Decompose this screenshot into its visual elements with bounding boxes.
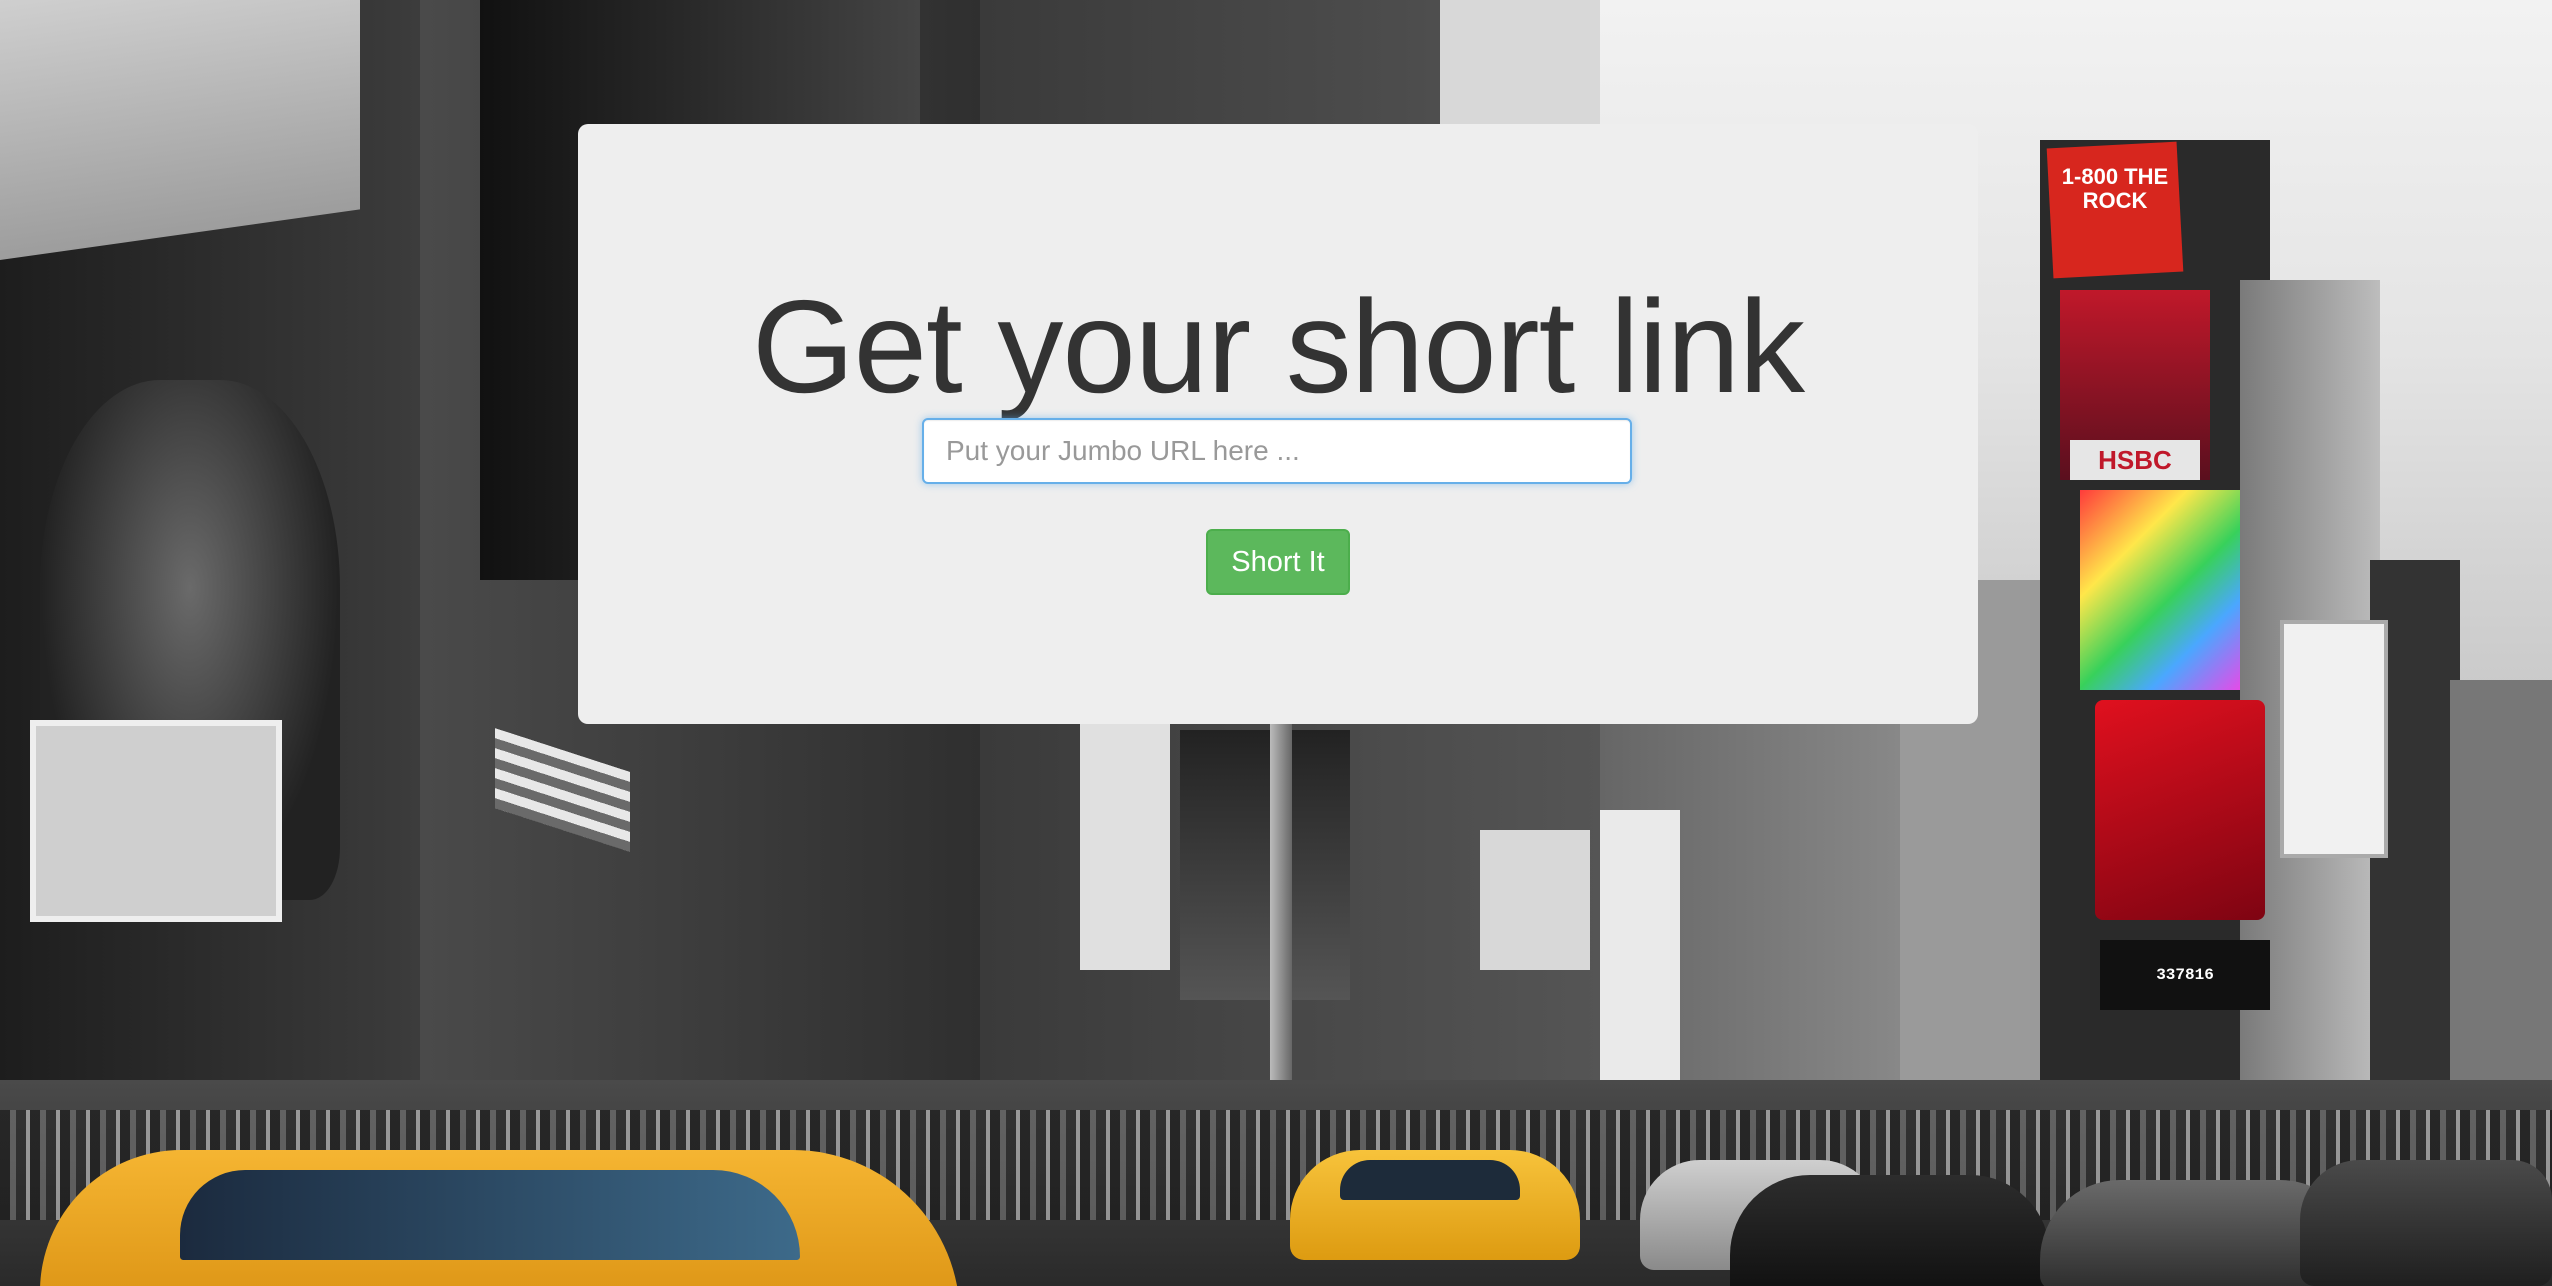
car	[2300, 1160, 2552, 1286]
billboard-ticker: 337816	[2100, 940, 2270, 1010]
billboard-rock-text: 1-800 THE ROCK	[2061, 164, 2169, 213]
jumbotron-card: Get your short link Short It	[578, 124, 1978, 724]
page-title: Get your short link	[751, 273, 1805, 420]
billboard-hsbc-logo: HSBC	[2070, 440, 2200, 480]
taxi-window	[1340, 1160, 1520, 1200]
short-it-button[interactable]: Short It	[1206, 529, 1350, 595]
billboard	[1440, 0, 1600, 130]
billboard	[1600, 810, 1680, 1090]
billboard-coca-cola	[2095, 700, 2265, 920]
page: 1-800 THE ROCK HSBC 337816 Get your shor…	[0, 0, 2552, 1286]
billboard	[1480, 830, 1590, 970]
taxi-window	[180, 1170, 800, 1260]
url-input[interactable]	[922, 418, 1632, 484]
billboard-bottle	[2280, 620, 2388, 858]
car	[1730, 1175, 2050, 1286]
billboard	[1080, 720, 1170, 970]
billboard	[30, 720, 282, 922]
billboard-colorful	[2080, 490, 2240, 690]
billboard	[1180, 730, 1350, 1000]
